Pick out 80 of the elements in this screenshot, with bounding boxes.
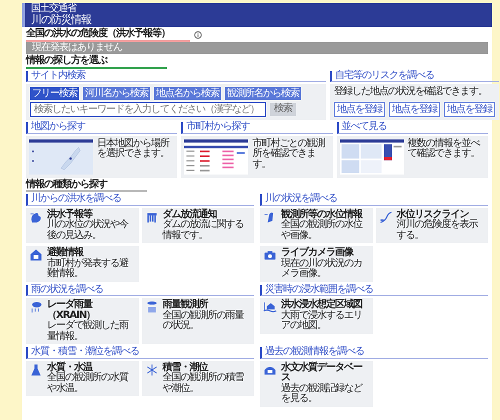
curve-icon [378, 210, 392, 224]
card-text: ダムの放流に関する情報です。 [162, 220, 244, 241]
group-heading: 災害時の浸水範囲を調べる [260, 284, 488, 296]
info-card[interactable]: 雨量観測所 全国の観測所の雨量の状況。 [142, 298, 254, 344]
card-text: 市町村が発表する避難情報。 [47, 258, 130, 280]
group-heading: 川からの洪水を調べる [26, 194, 254, 206]
panel-heading[interactable]: 市町村から探す [181, 122, 333, 134]
site-title: 川の防災情報 [31, 14, 92, 25]
card-text: 河川の危険度を表示する。 [396, 220, 479, 241]
card-title: 水位リスクライン [396, 210, 469, 220]
card-title: レーダ雨量（XRAIN） [47, 300, 96, 320]
info-card[interactable]: 避難情報 市町村が発表する避難情報。 [26, 246, 138, 282]
panel-heading: サイト内検索 [26, 70, 326, 82]
info-card[interactable]: 水位リスクライン 河川の危険度を表示する。 [376, 208, 488, 243]
search-tab[interactable]: フリー検索 [30, 87, 79, 100]
register-button[interactable]: 地点を登録 [389, 102, 440, 116]
search-tab[interactable]: 観測所名から検索 [225, 87, 301, 100]
table-thumbnail [184, 138, 248, 174]
house-icon [29, 248, 43, 262]
view-card[interactable]: 市町村ごとの観測所を確認できます。 [181, 136, 333, 178]
search-field[interactable]: 検索したいキーワードを入力してください（漢字など） [30, 102, 266, 117]
map-thumbnail [29, 138, 93, 174]
flooded-house-icon [263, 300, 277, 314]
card-text: 全国の観測所の積雪や潮位。 [162, 373, 245, 394]
card-text: 現在の川の状況のカメラ画像。 [281, 258, 363, 280]
panel-heading: 自宅等のリスクを調べる [330, 70, 499, 82]
view-card[interactable]: 複数の情報を並べて確認できます。 [336, 136, 488, 178]
info-card[interactable]: 水文水質データベース 過去の観測記録などを見る。 [260, 360, 372, 406]
rain-cloud-icon [29, 300, 43, 314]
panel-heading[interactable]: 地図から探す [26, 122, 178, 134]
card-text: 全国の観測所の水質や水温。 [47, 373, 130, 394]
snowflake-icon [144, 362, 158, 376]
info-card[interactable]: 洪水予報等 川の水位の状況や今後の見込み。 [26, 208, 138, 243]
register-button[interactable]: 地点を登録 [334, 102, 385, 116]
info-card[interactable]: 観測所等の水位情報 全国の観測所の水位や画像。 [260, 208, 372, 243]
panels-thumbnail [340, 138, 404, 174]
search-tab[interactable]: 河川名から検索 [83, 87, 150, 100]
card-text: 市町村ごとの観測所を確認できます。 [252, 138, 326, 172]
agency-name: 国土交通省 [31, 4, 78, 14]
card-text: 全国の観測所の水位や画像。 [281, 220, 364, 241]
card-text: 日本地図から場所を選択できます。 [97, 138, 170, 161]
card-title: 水文水質データベース [281, 362, 364, 383]
card-text: 過去の観測記録などを見る。 [281, 384, 364, 404]
group-heading: 水質・積雪・潮位を調べる [26, 347, 254, 358]
camera-icon [263, 248, 277, 262]
card-text: 川の水位の状況や今後の見込み。 [47, 220, 130, 241]
register-button[interactable]: 地点を登録 [444, 102, 495, 116]
info-card[interactable]: 水質・水温 全国の観測所の水質や水温。 [26, 360, 138, 396]
group-heading: 雨の状況を調べる [26, 284, 254, 296]
info-card[interactable]: 積雪・潮位 全国の観測所の積雪や潮位。 [142, 360, 254, 396]
group-heading: 川の状況を調べる [260, 194, 488, 206]
section-title: 情報の探し方を選ぶ [26, 56, 167, 68]
card-title: ライブカメラ画像 [281, 248, 355, 258]
card-text: 大雨で浸水するエリアの地図。 [281, 310, 363, 332]
card-title: 水質・水温 [47, 362, 92, 372]
info-icon[interactable] [194, 31, 202, 40]
info-card[interactable]: 洪水浸水想定区域図 大雨で浸水するエリアの地図。 [260, 298, 372, 334]
group-heading: 過去の観測情報を調べる [260, 347, 488, 358]
panel-heading[interactable]: 並べて見る [336, 122, 488, 134]
card-title: 雨量観測所 [162, 300, 208, 310]
card-text: 全国の観測所の雨量の状況。 [162, 310, 245, 332]
card-title: 洪水浸水想定区域図 [281, 300, 364, 310]
flask-icon [29, 362, 43, 376]
search-button[interactable]: 検索 [270, 103, 296, 116]
info-card[interactable]: レーダ雨量（XRAIN） レーダで観測した雨量情報。 [26, 298, 138, 344]
card-title: 観測所等の水位情報 [281, 210, 364, 220]
card-title: 洪水予報等 [47, 210, 92, 220]
search-tab[interactable]: 地点名から検索 [154, 87, 221, 100]
card-text: 複数の情報を並べて確認できます。 [408, 138, 482, 161]
status-message: 現在発表はありません [26, 42, 488, 54]
card-text: レーダで観測した雨量情報。 [47, 321, 130, 342]
card-title: 避難情報 [47, 248, 84, 258]
card-title: 積雪・潮位 [162, 362, 208, 372]
view-card[interactable]: 日本地図から場所を選択できます。 [26, 136, 178, 178]
card-title: ダム放流通知 [162, 210, 217, 220]
section-title: 情報の種類から探す [26, 180, 147, 192]
rain-gauge-icon [144, 300, 158, 314]
info-card[interactable]: ライブカメラ画像 現在の川の状況のカメラ画像。 [260, 246, 372, 282]
panel-text: 登録した地点の状況を確認できます。 [334, 87, 488, 98]
info-card[interactable]: ダム放流通知 ダムの放流に関する情報です。 [142, 208, 254, 243]
